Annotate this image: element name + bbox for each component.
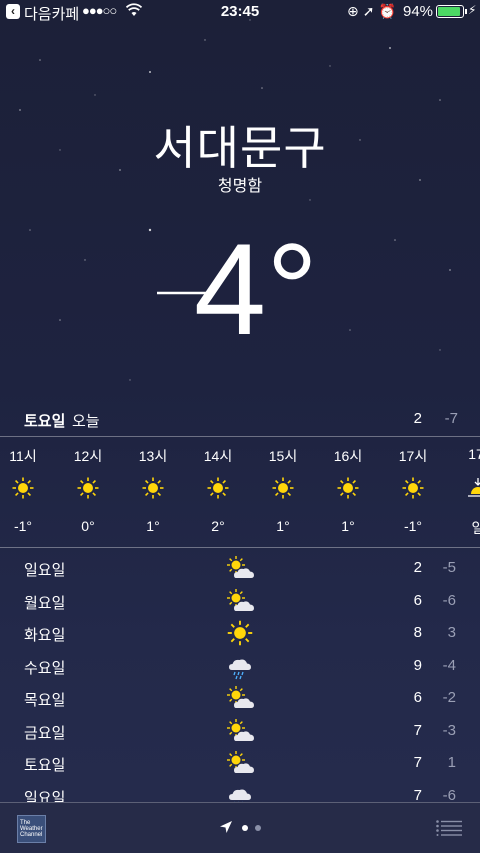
sun-icon (224, 619, 256, 647)
sun-icon (336, 476, 360, 500)
daily-low: -6 (442, 591, 456, 609)
sun-icon (76, 476, 100, 500)
daily-low: -5 (442, 559, 456, 576)
daily-day: 화요일 (24, 627, 66, 644)
hourly-temp: 2° (211, 518, 225, 534)
hourly-item: 12시 0° (58, 436, 118, 546)
status-bar: ‹ 다음카페 ●●●○○ 23:45 ⊕➚⏰ 94% ⚡ (0, 0, 480, 24)
daily-high: 9 (413, 656, 422, 674)
partly-cloudy-icon (224, 749, 256, 777)
daily-high: 7 (413, 721, 422, 739)
rain-cloud-icon (224, 652, 256, 680)
hourly-forecast[interactable]: 11시 -1° 12시 0° 13시 1° 14시 2° 15시 1° 16시 … (0, 436, 480, 546)
page-dot[interactable] (255, 825, 261, 831)
alarm-icon: ⏰ (378, 3, 400, 19)
city-name: 서대문구 (153, 122, 327, 174)
daily-low: -2 (442, 689, 456, 706)
hourly-time: 16시 (333, 448, 363, 464)
hourly-item: 13시 1° (123, 436, 183, 546)
sun-icon (401, 476, 425, 500)
daily-row: 수요일 9 -4 (0, 650, 480, 682)
sun-icon (11, 476, 35, 500)
charging-icon: ⚡ (468, 3, 477, 17)
daily-high: 8 (413, 624, 422, 641)
daily-day: 일요일 (24, 562, 66, 579)
sun-icon (141, 476, 165, 500)
hourly-time: 13시 (138, 448, 168, 464)
today-day: 토요일 (24, 413, 66, 430)
weather-channel-logo[interactable]: The Weather Channel (17, 815, 46, 843)
sunset-icon (466, 476, 480, 500)
daily-day: 목요일 (24, 692, 66, 709)
daily-day: 토요일 (24, 757, 66, 774)
hourly-time: 14시 (203, 448, 233, 464)
hourly-time: 17: (468, 446, 480, 462)
hourly-temp: 0° (81, 518, 95, 534)
daily-low: 3 (447, 624, 456, 641)
daily-row: 토요일 7 1 (0, 747, 480, 779)
hourly-temp: 1° (341, 518, 355, 534)
partly-cloudy-icon (224, 554, 256, 582)
partly-cloudy-icon (224, 587, 256, 615)
hourly-time: 11시 (9, 448, 37, 464)
hourly-temp: -1° (403, 518, 423, 534)
daily-row: 일요일 2 -5 (0, 552, 480, 584)
hourly-temp: 1° (146, 518, 160, 534)
hourly-time: 17시 (398, 448, 428, 464)
temperature-value: 4° (194, 218, 318, 348)
location-services-icon: ➚ (362, 3, 379, 19)
rotation-lock-icon: ⊕ (347, 3, 363, 19)
daily-high: 7 (413, 786, 422, 803)
weather-condition: 청명함 (217, 178, 263, 195)
daily-low: -3 (442, 721, 456, 739)
partly-cloudy-icon (224, 717, 256, 745)
today-high: 2 (413, 410, 422, 427)
today-summary: 토요일 오늘 2 -7 (0, 410, 480, 432)
battery-percent: 94% (403, 3, 434, 20)
sun-icon (206, 476, 230, 500)
current-location-icon[interactable] (219, 820, 233, 834)
daily-forecast[interactable]: 일요일 2 -5 월요일 6 -6 화요일 8 3 수요일 9 -4 목요일 6… (0, 552, 480, 802)
hourly-item: 15시 1° (253, 436, 313, 546)
hourly-item: 11시 -1° (0, 436, 53, 546)
partly-cloudy-icon (224, 684, 256, 712)
daily-high: 7 (413, 754, 422, 771)
hourly-item: 17: 일 (448, 436, 480, 546)
daily-high: 6 (413, 591, 422, 609)
daily-row: 화요일 8 3 (0, 617, 480, 649)
current-temperature: 4° (157, 218, 318, 348)
daily-row: 목요일 6 -2 (0, 682, 480, 714)
hourly-item: 17시 -1° (383, 436, 443, 546)
hourly-time: 12시 (73, 448, 103, 464)
daily-day: 월요일 (24, 594, 66, 612)
hourly-temp: 1° (276, 518, 290, 534)
daily-low: -6 (442, 786, 456, 803)
rain-cloud-icon (224, 782, 256, 802)
sun-icon (271, 476, 295, 500)
daily-day: 금요일 (24, 724, 66, 742)
today-low: -7 (444, 410, 458, 427)
daily-row: 금요일 7 -3 (0, 715, 480, 747)
hourly-temp: 일 (471, 520, 480, 536)
today-label: 오늘 (72, 413, 100, 430)
hourly-item: 16시 1° (318, 436, 378, 546)
city-list-icon[interactable] (436, 820, 462, 836)
daily-low: -4 (442, 656, 456, 674)
divider (0, 547, 480, 548)
daily-row: 일요일 7 -6 (0, 780, 480, 803)
daily-day: 수요일 (24, 659, 66, 677)
daily-day: 일요일 (24, 789, 66, 803)
battery-icon (436, 5, 467, 18)
daily-high: 2 (413, 559, 422, 576)
daily-low: 1 (447, 754, 456, 771)
daily-row: 월요일 6 -6 (0, 585, 480, 617)
hourly-temp: -1° (13, 518, 33, 534)
hourly-time: 15시 (268, 448, 298, 464)
daily-high: 6 (413, 689, 422, 706)
hourly-item: 14시 2° (188, 436, 248, 546)
bottom-toolbar: The Weather Channel (0, 802, 480, 853)
page-dot[interactable] (242, 825, 248, 831)
